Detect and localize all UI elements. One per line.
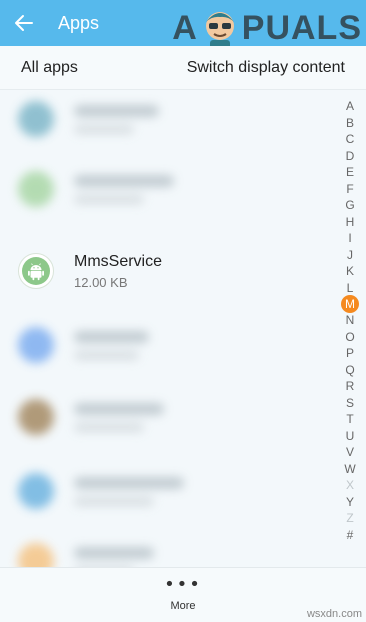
alphabet-index[interactable]: A B C D E F G H I J K L M N O P Q R S T U V W X Y Z #: [336, 98, 364, 543]
more-button[interactable]: ••• More: [150, 574, 216, 620]
index-letter-w[interactable]: W: [340, 461, 360, 478]
index-letter-s[interactable]: S: [340, 395, 360, 412]
index-letter-g[interactable]: G: [340, 197, 360, 214]
mascot-logo-icon: [205, 12, 234, 50]
arrow-left-icon[interactable]: [0, 0, 48, 46]
android-icon: [18, 253, 54, 289]
all-apps-dropdown[interactable]: All apps: [21, 59, 78, 77]
bottom-bar: ••• More wsxdn.com: [0, 567, 366, 622]
index-letter-t[interactable]: T: [340, 411, 360, 428]
more-label: More: [170, 600, 196, 612]
app-icon: [18, 473, 54, 509]
index-letter-d[interactable]: D: [340, 148, 360, 165]
index-letter-hash[interactable]: #: [340, 527, 360, 544]
app-size: 12.00 KB: [74, 274, 128, 290]
list-item[interactable]: [0, 155, 336, 223]
index-letter-h[interactable]: H: [340, 214, 360, 231]
app-icon: [18, 543, 54, 567]
watermark-text-a: A: [172, 8, 198, 47]
index-letter-e[interactable]: E: [340, 164, 360, 181]
index-letter-k[interactable]: K: [340, 263, 360, 280]
index-letter-i[interactable]: I: [340, 230, 360, 247]
app-icon: [18, 171, 54, 207]
list-item[interactable]: [0, 527, 336, 567]
list-item[interactable]: [0, 383, 336, 451]
app-icon: [18, 101, 54, 137]
index-letter-a[interactable]: A: [340, 98, 360, 115]
index-letter-q[interactable]: Q: [340, 362, 360, 379]
index-letter-c[interactable]: C: [340, 131, 360, 148]
app-icon: [18, 327, 54, 363]
list-item-mmsservice[interactable]: MmsService 12.00 KB: [0, 237, 336, 305]
list-item[interactable]: [0, 91, 336, 153]
more-dots-icon: •••: [164, 574, 202, 595]
index-letter-b[interactable]: B: [340, 115, 360, 132]
index-letter-v[interactable]: V: [340, 444, 360, 461]
index-letter-r[interactable]: R: [340, 378, 360, 395]
watermark-text-puals: PUALS: [241, 8, 362, 47]
index-letter-z[interactable]: Z: [340, 510, 360, 527]
switch-display-content-button[interactable]: Switch display content: [187, 59, 345, 77]
index-letter-y[interactable]: Y: [340, 494, 360, 511]
index-letter-o[interactable]: O: [340, 329, 360, 346]
index-letter-j[interactable]: J: [340, 247, 360, 264]
app-list: MmsService 12.00 KB: [0, 91, 336, 567]
index-letter-l[interactable]: L: [340, 280, 360, 297]
list-item[interactable]: [0, 311, 336, 379]
filter-bar: All apps Switch display content: [0, 46, 366, 90]
index-letter-m[interactable]: M: [341, 295, 359, 313]
page-title: Apps: [58, 12, 100, 33]
app-icon: [18, 399, 54, 435]
index-letter-p[interactable]: P: [340, 345, 360, 362]
index-letter-n[interactable]: N: [340, 312, 360, 329]
site-watermark: wsxdn.com: [306, 608, 362, 620]
index-letter-f[interactable]: F: [340, 181, 360, 198]
index-letter-u[interactable]: U: [340, 428, 360, 445]
app-name: MmsService: [74, 252, 163, 270]
index-letter-x[interactable]: X: [340, 477, 360, 494]
list-item[interactable]: [0, 457, 336, 525]
